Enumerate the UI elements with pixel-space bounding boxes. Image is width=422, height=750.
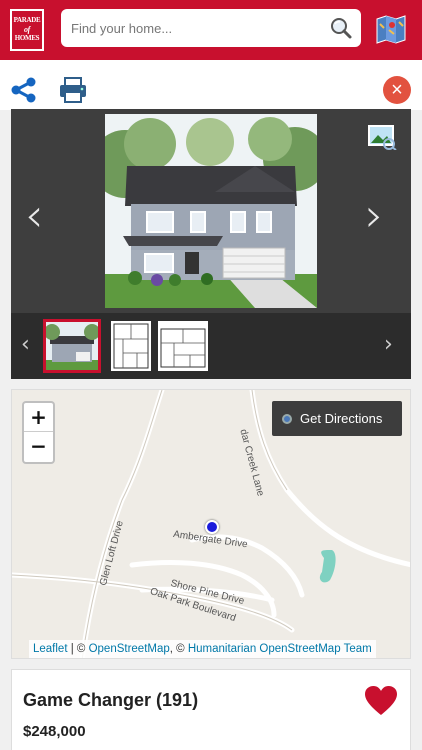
parade-of-homes-logo[interactable]: PARADE of HOMES bbox=[10, 9, 44, 51]
thumbnail-house[interactable] bbox=[43, 319, 101, 373]
floor-plan-1-image bbox=[111, 321, 151, 371]
search-icon[interactable] bbox=[329, 16, 353, 40]
listing-card: Game Changer (191) $248,000 bbox=[11, 669, 411, 750]
photo-gallery: ‹ › ‹ › bbox=[11, 109, 411, 379]
location-map[interactable]: + − Get Directions dar Creek Lane Glen L… bbox=[11, 389, 411, 659]
logo-text-parade: PARADE bbox=[13, 16, 41, 24]
heart-icon[interactable] bbox=[364, 685, 398, 717]
map-icon[interactable] bbox=[375, 14, 407, 44]
gallery-main-area: ‹ › bbox=[11, 109, 411, 313]
close-button[interactable]: × bbox=[383, 76, 411, 104]
thumbnail-floor-plan-1[interactable] bbox=[111, 321, 151, 371]
logo-mark: PARADE of HOMES bbox=[12, 11, 42, 49]
photo-icon[interactable] bbox=[367, 124, 397, 150]
print-icon[interactable] bbox=[58, 76, 88, 104]
share-icon[interactable] bbox=[10, 76, 38, 104]
thumbnail-prev-arrow[interactable]: ‹ bbox=[21, 334, 30, 356]
listing-price: $248,000 bbox=[23, 723, 86, 740]
zoom-control: + − bbox=[22, 401, 55, 464]
search-input[interactable] bbox=[71, 18, 321, 38]
thumbnail-floor-plan-2[interactable] bbox=[158, 321, 208, 371]
directions-icon bbox=[282, 413, 292, 424]
leaflet-link[interactable]: Leaflet bbox=[33, 643, 68, 655]
thumbnail-strip: ‹ › bbox=[11, 313, 411, 379]
search-box bbox=[61, 9, 361, 47]
house-rendering-image bbox=[105, 114, 317, 308]
app-header: PARADE of HOMES bbox=[0, 0, 422, 60]
get-directions-button[interactable]: Get Directions bbox=[272, 401, 402, 436]
logo-text-homes: HOMES bbox=[14, 34, 40, 42]
hot-link[interactable]: Humanitarian OpenStreetMap Team bbox=[188, 643, 372, 655]
detail-toolbar bbox=[0, 60, 422, 110]
zoom-in-button[interactable]: + bbox=[24, 403, 53, 432]
attribution-separator-2: , © bbox=[169, 643, 188, 655]
thumbnail-house-image bbox=[46, 322, 98, 370]
gallery-prev-arrow[interactable]: ‹ bbox=[25, 192, 55, 238]
floor-plan-2-image bbox=[158, 321, 208, 371]
zoom-out-button[interactable]: − bbox=[24, 432, 53, 461]
map-attribution: Leaflet | © OpenStreetMap, © Humanitaria… bbox=[29, 640, 376, 658]
logo-text-of: of bbox=[23, 25, 31, 34]
thumbnail-next-arrow[interactable]: › bbox=[384, 334, 393, 356]
house-photo[interactable] bbox=[105, 114, 317, 308]
listing-title: Game Changer (191) bbox=[23, 690, 199, 710]
close-icon: × bbox=[391, 79, 403, 101]
openstreetmap-link[interactable]: OpenStreetMap bbox=[89, 643, 170, 655]
gallery-next-arrow[interactable]: › bbox=[365, 192, 395, 238]
home-location-marker[interactable] bbox=[205, 520, 219, 534]
attribution-separator-1: | © bbox=[67, 643, 89, 655]
get-directions-label: Get Directions bbox=[300, 411, 383, 426]
